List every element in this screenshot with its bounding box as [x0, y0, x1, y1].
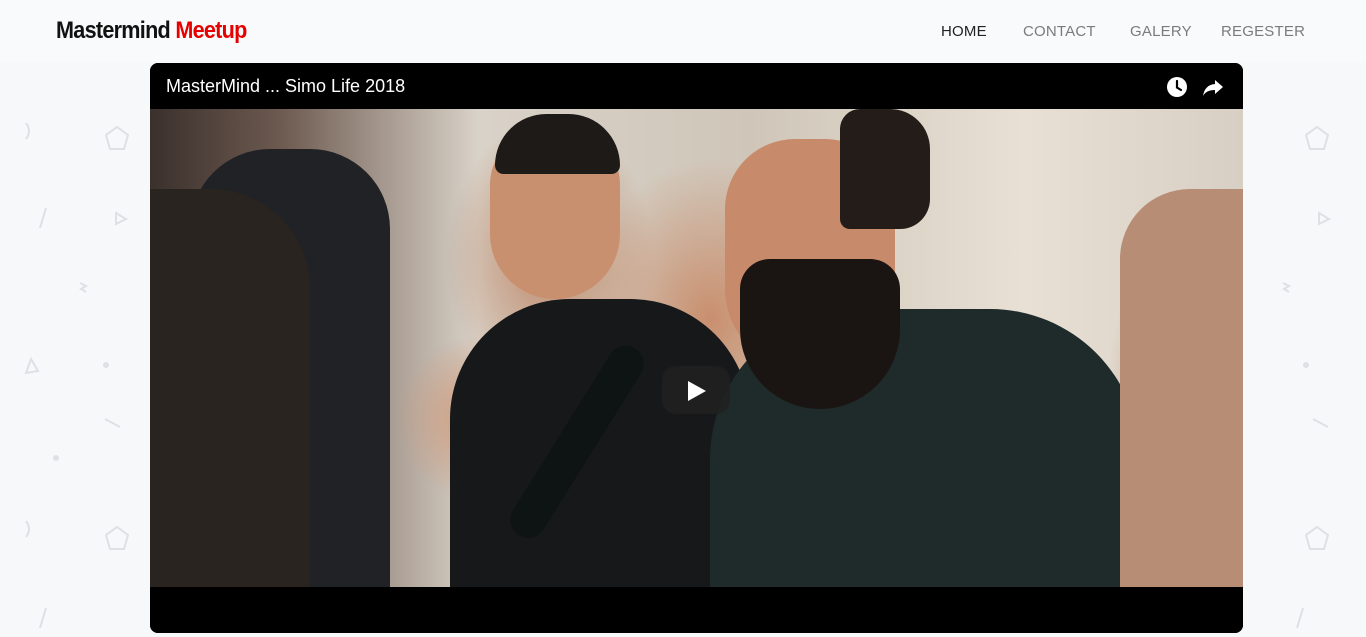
- right-background-pattern: [1282, 125, 1332, 629]
- video-title[interactable]: MasterMind ... Simo Life 2018: [166, 76, 405, 97]
- thumbnail-figure-foreground: [150, 189, 310, 589]
- video-bottom-bar: [150, 587, 1243, 633]
- watch-later-icon[interactable]: [1166, 76, 1188, 98]
- play-button[interactable]: [662, 366, 730, 414]
- video-titlebar: MasterMind ... Simo Life 2018: [150, 63, 1243, 109]
- thumbnail-figure-center: [450, 299, 750, 589]
- play-icon: [688, 381, 706, 401]
- thumbnail-hair-right: [840, 109, 930, 229]
- left-background-pattern: [24, 122, 130, 629]
- share-icon[interactable]: [1202, 76, 1224, 98]
- main-nav: HOME CONTACT GALERY REGESTER: [0, 23, 1366, 43]
- nav-contact[interactable]: CONTACT: [1023, 23, 1096, 40]
- thumbnail-figure-edge: [1120, 189, 1243, 589]
- nav-galery[interactable]: GALERY: [1130, 23, 1192, 40]
- thumbnail-hair-center: [495, 114, 620, 174]
- video-player[interactable]: MasterMind ... Simo Life 2018: [150, 63, 1243, 633]
- site-header: Mastermind Meetup HOME CONTACT GALERY RE…: [0, 0, 1366, 63]
- nav-regester[interactable]: REGESTER: [1221, 23, 1305, 40]
- nav-home[interactable]: HOME: [941, 23, 987, 40]
- video-thumbnail[interactable]: [150, 109, 1243, 599]
